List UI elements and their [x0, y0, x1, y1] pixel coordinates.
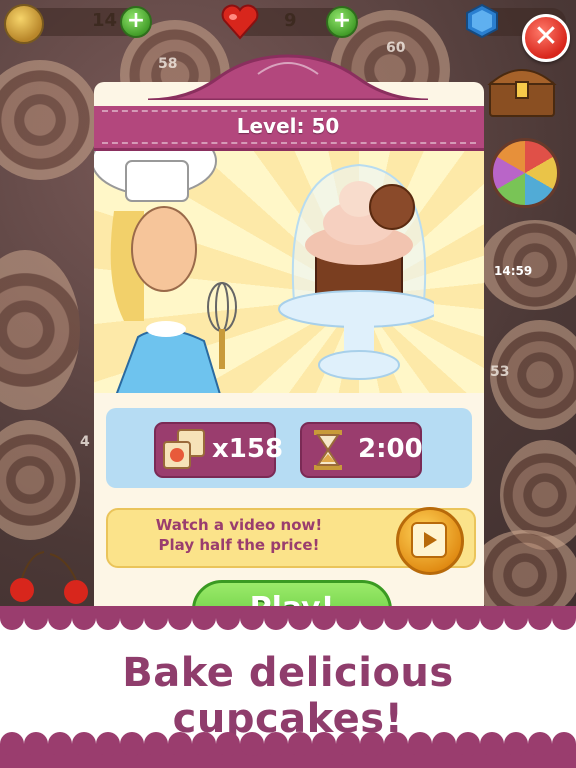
- whisk-icon: [207, 282, 237, 369]
- board-tile-counter: 53: [490, 364, 510, 380]
- prize-wheel-icon[interactable]: [490, 138, 560, 208]
- coins-count: 14: [92, 10, 118, 31]
- boosters-count: x158: [212, 434, 284, 464]
- offer-line-2: Play half the price!: [158, 536, 320, 554]
- treasure-chest-icon[interactable]: [486, 60, 558, 120]
- add-coins-button[interactable]: +: [120, 6, 152, 38]
- boosters-chip: x158: [154, 422, 283, 478]
- cherries-icon: [10, 551, 88, 604]
- cupcake-cloche: [278, 163, 434, 380]
- board-tile-counter: 4: [80, 434, 90, 450]
- cinnamon-roll-tile: [0, 250, 80, 410]
- level-scene-illustration: [94, 151, 484, 393]
- cinnamon-roll-tile: [0, 420, 80, 540]
- time-limit: 2:00: [358, 434, 423, 464]
- banner-top-border: [0, 606, 576, 630]
- tiles-icon: [163, 429, 205, 469]
- close-button[interactable]: ✕: [522, 14, 570, 62]
- coin-icon: [4, 4, 44, 44]
- banner-tagline: Bake delicious cupcakes!: [122, 650, 454, 742]
- dialog-crown-ornament: [148, 54, 428, 100]
- video-play-icon: [411, 522, 447, 558]
- offer-line-1: Watch a video now!: [155, 516, 323, 534]
- level-title: Level: 50: [236, 114, 340, 138]
- hourglass-icon: [314, 430, 342, 470]
- watch-video-button[interactable]: [396, 507, 464, 575]
- add-lives-button[interactable]: +: [326, 6, 358, 38]
- lives-count: 9: [284, 10, 297, 31]
- time-chip: 2:00: [300, 422, 423, 478]
- banner-bottom-border: [0, 732, 576, 768]
- wheel-timer: 14:59: [494, 264, 533, 278]
- gem-icon: [466, 4, 498, 38]
- heart-icon: [221, 4, 259, 40]
